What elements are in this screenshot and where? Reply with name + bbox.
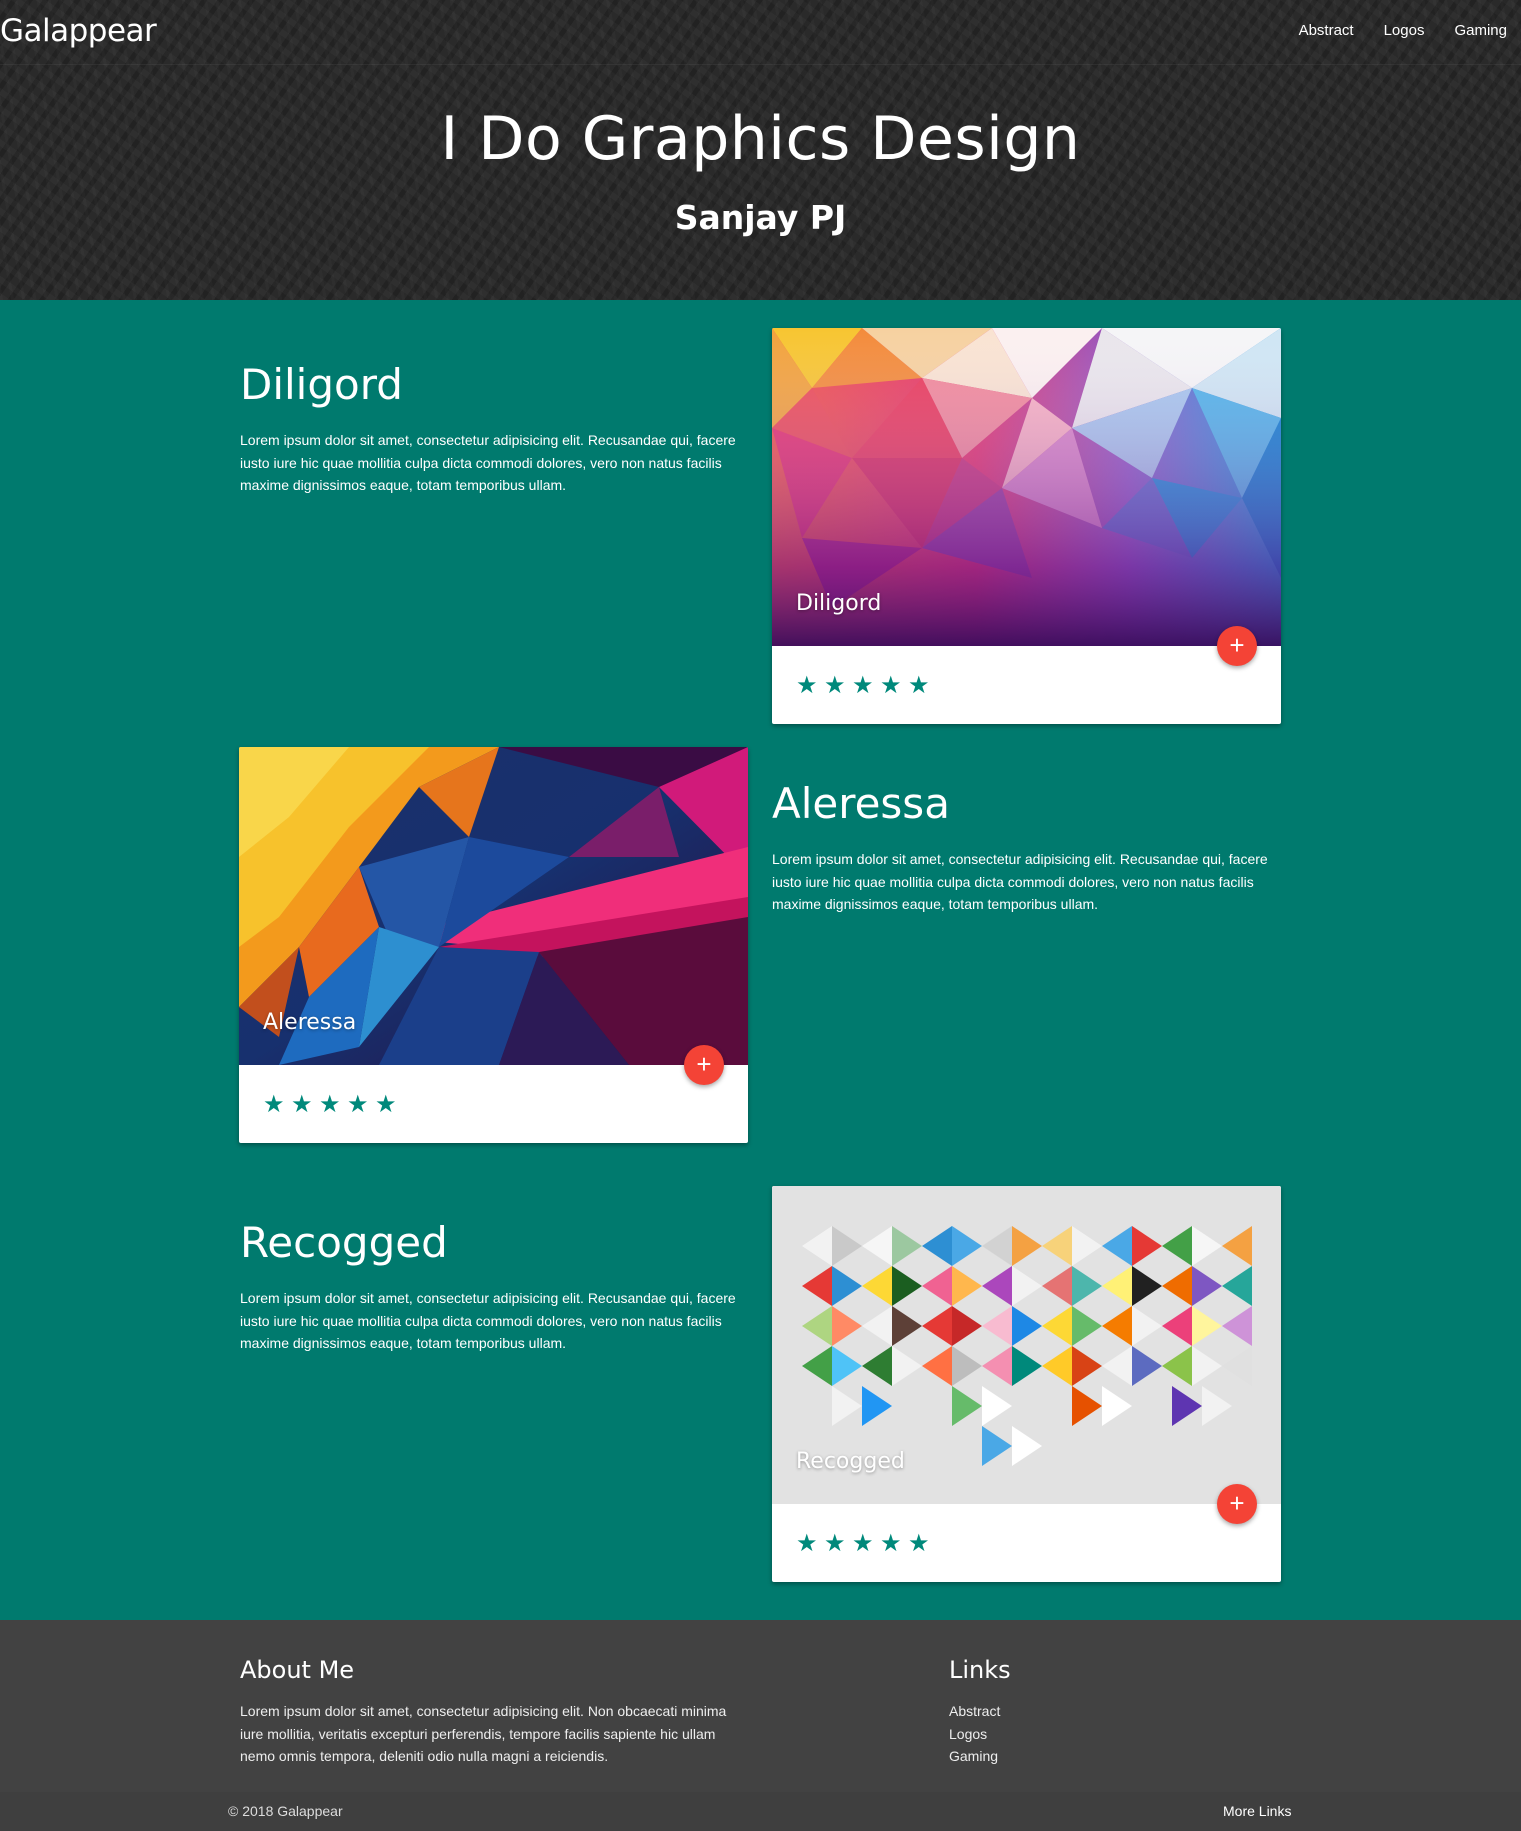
star-icon: ★ (796, 672, 818, 699)
brand-logo[interactable]: Galappear (0, 13, 157, 49)
star-icon: ★ (880, 672, 902, 699)
nav-link-abstract[interactable]: Abstract (1299, 22, 1354, 39)
footer-link-abstract[interactable]: Abstract (949, 1700, 1000, 1723)
hero-header: Galappear Abstract Logos Gaming I Do Gra… (0, 0, 1521, 300)
project-description: Lorem ipsum dolor sit amet, consectetur … (240, 1290, 736, 1351)
card-title: Diligord (796, 591, 882, 616)
card-title: Recogged (796, 1449, 905, 1474)
footer-link-logos[interactable]: Logos (949, 1723, 1000, 1746)
star-icon: ★ (319, 1091, 341, 1118)
star-icon: ★ (908, 1530, 930, 1557)
more-links-link[interactable]: More Links (1223, 1803, 1291, 1819)
footer: About Me Lorem ipsum dolor sit amet, con… (0, 1620, 1521, 1831)
star-icon: ★ (291, 1091, 313, 1118)
about-text: Lorem ipsum dolor sit amet, consectetur … (240, 1703, 727, 1764)
about-title: About Me (240, 1656, 355, 1684)
project-card-recogged[interactable]: Recogged + ★ ★ ★ ★ ★ (772, 1186, 1281, 1582)
project-card-diligord[interactable]: Diligord + ★ ★ ★ ★ ★ (772, 328, 1281, 724)
nav-links: Abstract Logos Gaming (1269, 22, 1507, 39)
footer-bottom-bar: © 2018 Galappear More Links (0, 1792, 1521, 1831)
footer-links: Abstract Logos Gaming (949, 1700, 1000, 1768)
star-icon: ★ (880, 1530, 902, 1557)
star-icon: ★ (347, 1091, 369, 1118)
project-text-aleressa: Aleressa Lorem ipsum dolor sit amet, con… (772, 779, 1272, 916)
project-title: Diligord (240, 360, 403, 409)
star-icon: ★ (852, 1530, 874, 1557)
project-description: Lorem ipsum dolor sit amet, consectetur … (240, 432, 736, 493)
star-icon: ★ (824, 1530, 846, 1557)
footer-link-gaming[interactable]: Gaming (949, 1745, 1000, 1768)
nav-link-gaming[interactable]: Gaming (1454, 22, 1507, 39)
rating-stars: ★ ★ ★ ★ ★ (796, 674, 936, 698)
plus-icon[interactable]: + (684, 1045, 724, 1085)
plus-icon[interactable]: + (1217, 626, 1257, 666)
rating-stars: ★ ★ ★ ★ ★ (796, 1532, 936, 1556)
nav-link-logos[interactable]: Logos (1384, 22, 1425, 39)
project-title: Aleressa (772, 779, 950, 828)
card-title: Aleressa (263, 1010, 357, 1035)
star-icon: ★ (852, 672, 874, 699)
project-text-diligord: Diligord Lorem ipsum dolor sit amet, con… (240, 360, 740, 497)
project-text-recogged: Recogged Lorem ipsum dolor sit amet, con… (240, 1218, 740, 1355)
star-icon: ★ (375, 1091, 397, 1118)
project-description: Lorem ipsum dolor sit amet, consectetur … (772, 851, 1268, 912)
project-card-aleressa[interactable]: Aleressa + ★ ★ ★ ★ ★ (239, 747, 748, 1143)
project-title: Recogged (240, 1218, 448, 1267)
plus-icon[interactable]: + (1217, 1484, 1257, 1524)
hero-subtitle: Sanjay PJ (674, 198, 847, 237)
links-title: Links (949, 1656, 1011, 1684)
star-icon: ★ (263, 1091, 285, 1118)
navbar: Galappear Abstract Logos Gaming (0, 0, 1521, 65)
star-icon: ★ (796, 1530, 818, 1557)
hero-title: I Do Graphics Design (440, 104, 1081, 174)
star-icon: ★ (824, 672, 846, 699)
copyright: © 2018 Galappear (228, 1803, 343, 1819)
star-icon: ★ (908, 672, 930, 699)
rating-stars: ★ ★ ★ ★ ★ (263, 1093, 403, 1117)
